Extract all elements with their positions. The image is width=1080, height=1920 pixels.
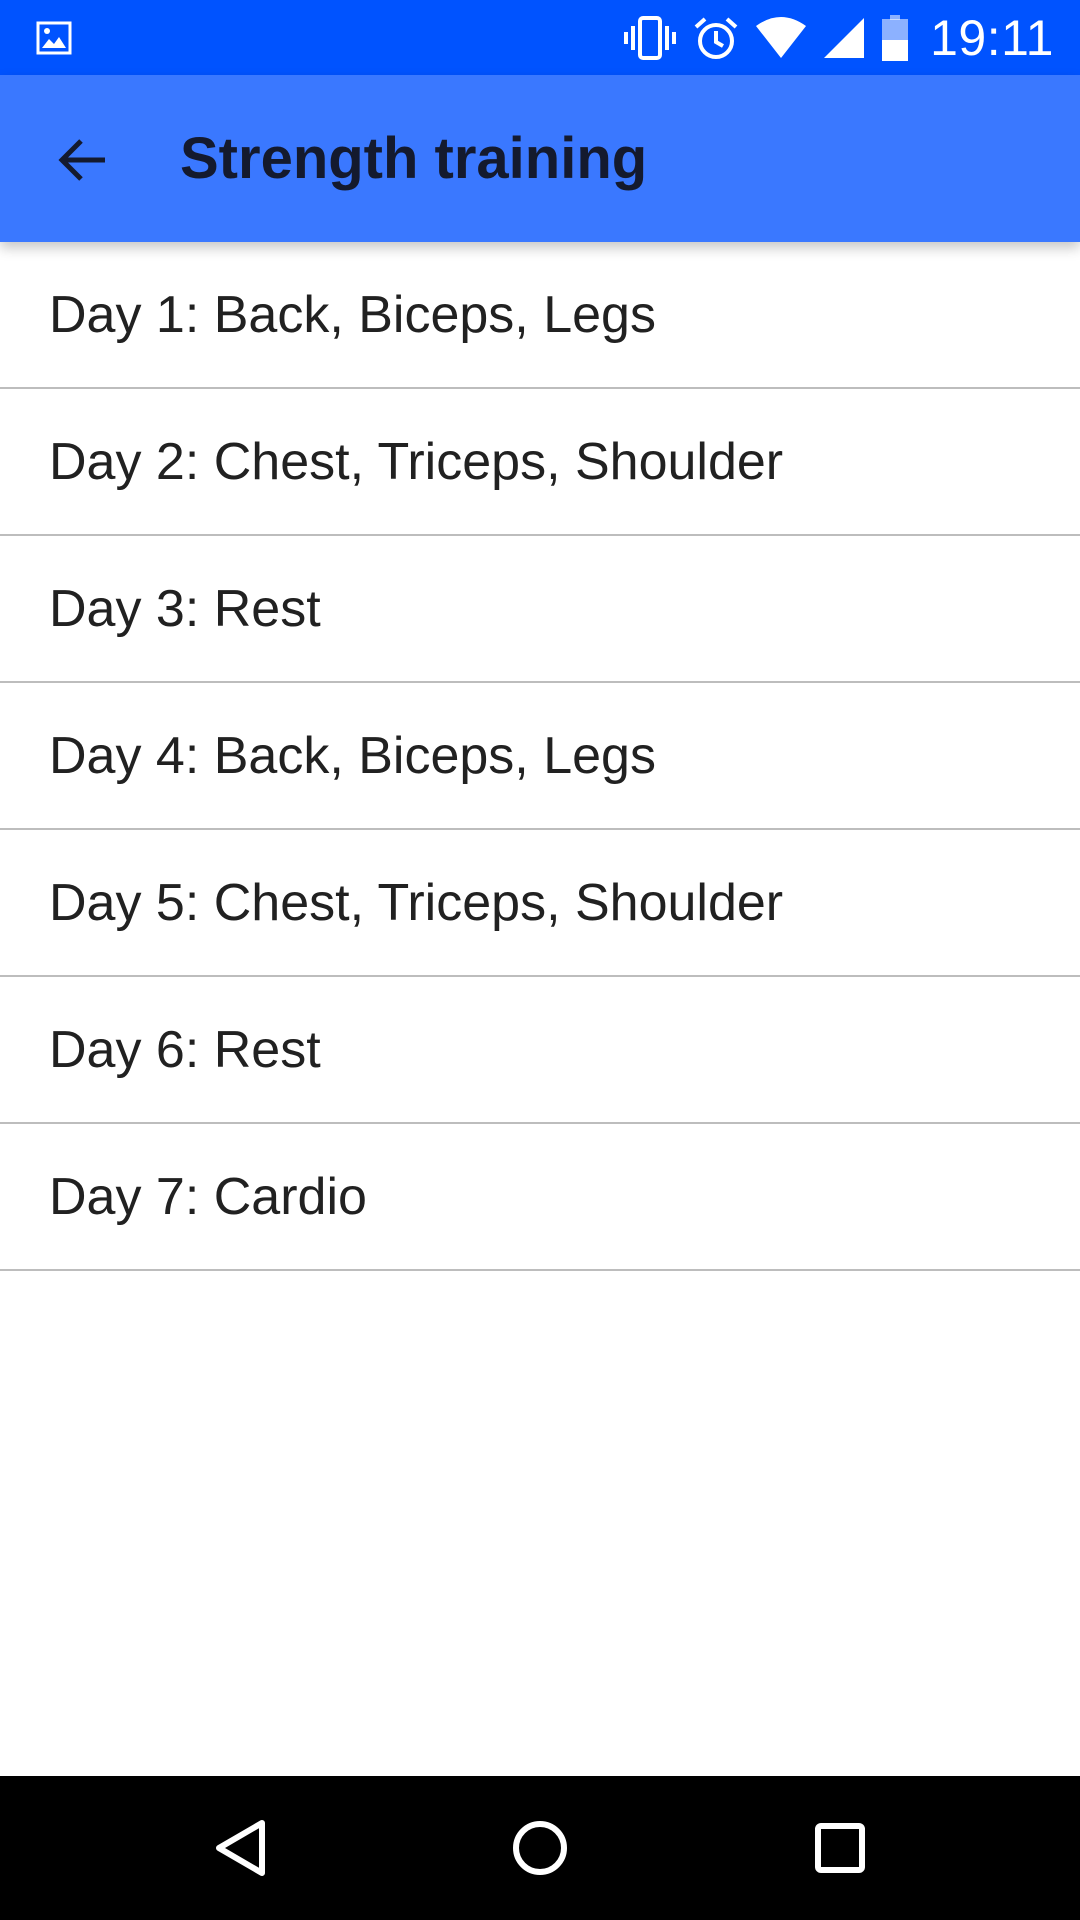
list-item[interactable]: Day 2: Chest, Triceps, Shoulder [0,389,1080,536]
list-item[interactable]: Day 1: Back, Biceps, Legs [0,242,1080,389]
list-item[interactable]: Day 4: Back, Biceps, Legs [0,683,1080,830]
list-item-label: Day 7: Cardio [49,1167,367,1226]
list-item-label: Day 1: Back, Biceps, Legs [49,285,656,344]
nav-recents-button[interactable] [760,1776,920,1920]
list-item-label: Day 6: Rest [49,1020,321,1079]
list-item-label: Day 3: Rest [49,579,321,638]
list-item[interactable]: Day 6: Rest [0,977,1080,1124]
list-item-label: Day 2: Chest, Triceps, Shoulder [49,432,784,491]
arrow-left-icon [57,136,109,184]
wifi-icon [754,16,808,60]
alarm-icon [692,15,740,61]
list-item[interactable]: Day 3: Rest [0,536,1080,683]
cell-signal-icon [822,16,866,60]
list-item[interactable]: Day 7: Cardio [0,1124,1080,1271]
navigation-bar [0,1776,1080,1920]
nav-back-button[interactable] [160,1776,320,1920]
list-item-label: Day 4: Back, Biceps, Legs [49,726,656,785]
vibrate-icon [622,15,678,60]
page-title: Strength training [180,126,648,191]
back-button[interactable] [48,125,118,195]
status-icons: 19:11 [622,0,1054,75]
back-triangle-icon [212,1818,268,1878]
list-item-label: Day 5: Chest, Triceps, Shoulder [49,873,784,932]
home-circle-icon [511,1819,569,1877]
app-bar: Strength training [0,75,1080,242]
training-day-list: Day 1: Back, Biceps, Legs Day 2: Chest, … [0,242,1080,1271]
battery-icon [880,14,910,62]
status-time: 19:11 [930,9,1054,66]
nav-home-button[interactable] [460,1776,620,1920]
image-icon [34,18,74,58]
list-item[interactable]: Day 5: Chest, Triceps, Shoulder [0,830,1080,977]
screen: 19:11 Strength training Day 1: Back, Bic… [0,0,1080,1920]
recents-square-icon [814,1822,866,1874]
status-bar: 19:11 [0,0,1080,75]
